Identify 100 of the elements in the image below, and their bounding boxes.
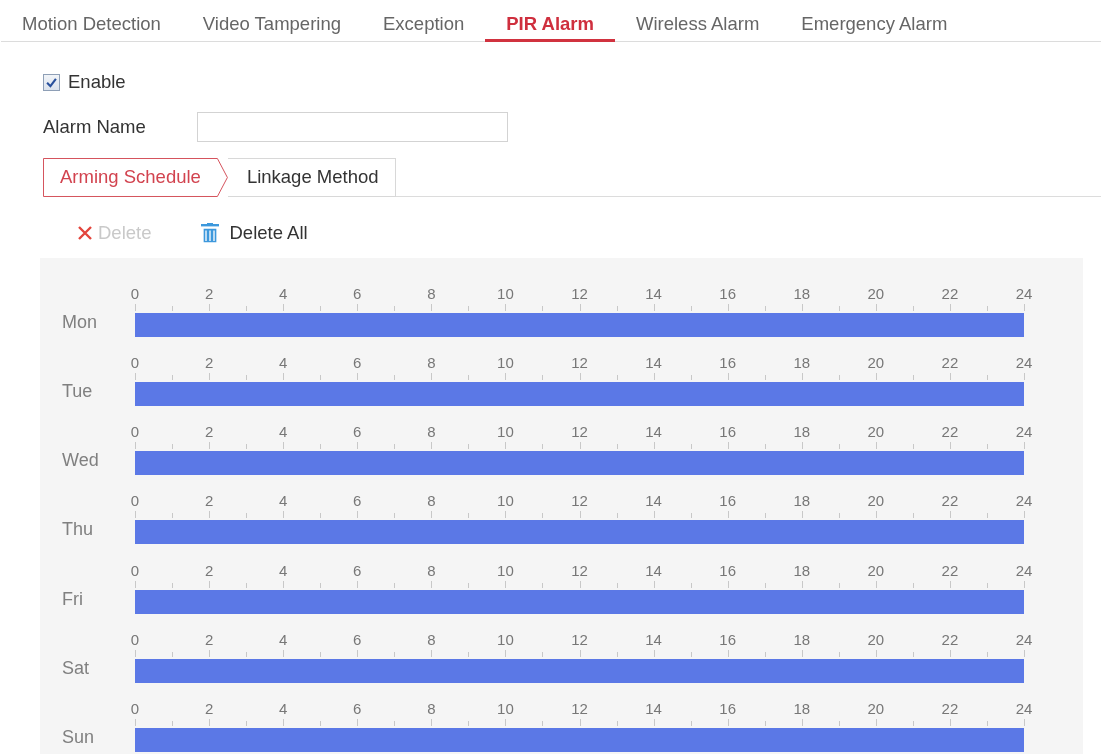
tick-label: 10 bbox=[497, 284, 514, 302]
tick-label: 24 bbox=[1015, 284, 1033, 302]
tick-label: 20 bbox=[867, 284, 885, 302]
tick-label: 10 bbox=[497, 492, 514, 510]
field-label: Alarm Name bbox=[43, 116, 147, 138]
tick-label: 14 bbox=[645, 284, 662, 302]
tick-label: 0 bbox=[130, 631, 140, 648]
subtab[interactable]: Linkage Method bbox=[227, 157, 396, 197]
tick-label: 24 bbox=[1015, 492, 1033, 510]
tick-label: 2 bbox=[204, 353, 214, 371]
tick-label: 8 bbox=[427, 700, 436, 718]
check-icon bbox=[46, 76, 57, 88]
tick-label: 6 bbox=[353, 561, 362, 579]
checkbox[interactable] bbox=[43, 73, 60, 91]
tick-label: 10 bbox=[497, 631, 514, 648]
tick-label: 22 bbox=[941, 631, 959, 648]
day-label: Sun bbox=[62, 726, 96, 750]
tick-label: 16 bbox=[719, 353, 736, 371]
tick-label: 4 bbox=[279, 631, 288, 648]
tick-label: 6 bbox=[353, 284, 362, 302]
cross-icon bbox=[78, 225, 92, 240]
tick-label: 14 bbox=[645, 492, 662, 510]
tick-label: 20 bbox=[867, 353, 885, 371]
tick-label: 6 bbox=[353, 492, 362, 510]
tick-label: 4 bbox=[279, 492, 288, 510]
tick-label: 18 bbox=[793, 423, 811, 441]
tick-label: 0 bbox=[130, 561, 140, 579]
tick-label: 16 bbox=[719, 700, 736, 718]
tick-label: 2 bbox=[204, 284, 214, 302]
tick-label: 0 bbox=[130, 700, 140, 718]
tick-label: 16 bbox=[719, 631, 736, 648]
tick-label: 22 bbox=[941, 492, 959, 510]
tick-label: 22 bbox=[941, 700, 959, 718]
tick-label: 8 bbox=[427, 284, 436, 302]
tick-label: 20 bbox=[867, 700, 885, 718]
tab[interactable]: Emergency Alarm bbox=[780, 0, 969, 42]
tick-label: 4 bbox=[279, 561, 288, 579]
tick-label: 10 bbox=[497, 353, 514, 371]
tick-label: 24 bbox=[1015, 353, 1033, 371]
tick-label: 14 bbox=[645, 423, 662, 441]
tick-label: 2 bbox=[204, 561, 214, 579]
checkbox-label: Enable bbox=[68, 71, 126, 93]
tick-label: 14 bbox=[645, 631, 662, 648]
tick-label: 6 bbox=[353, 700, 362, 718]
tick-label: 20 bbox=[867, 492, 885, 510]
alarm-name-field[interactable] bbox=[197, 112, 508, 142]
tick-label: 6 bbox=[353, 423, 362, 441]
tick-label: 2 bbox=[204, 631, 214, 648]
tick-label: 14 bbox=[645, 353, 662, 371]
tick-label: 12 bbox=[571, 284, 588, 302]
tick-label: 16 bbox=[719, 284, 736, 302]
tab[interactable]: PIR Alarm bbox=[485, 0, 615, 42]
tick-label: 20 bbox=[867, 631, 885, 648]
tick-label: 22 bbox=[941, 284, 959, 302]
day-label: Fri bbox=[62, 587, 84, 611]
tick-label: 8 bbox=[427, 353, 436, 371]
day-label: Tue bbox=[62, 379, 94, 403]
tick-label: 10 bbox=[497, 423, 514, 441]
tick-label: 4 bbox=[279, 423, 288, 441]
tick-label: 6 bbox=[353, 631, 362, 648]
tick-label: 8 bbox=[427, 423, 436, 441]
tick-label: 12 bbox=[571, 700, 588, 718]
subtab[interactable]: Arming Schedule bbox=[43, 157, 228, 197]
tick-label: 4 bbox=[279, 353, 288, 371]
tick-label: 0 bbox=[130, 284, 140, 302]
tick-label: 8 bbox=[427, 492, 436, 510]
tick-label: 10 bbox=[497, 561, 514, 579]
tick-label: 16 bbox=[719, 561, 736, 579]
tick-label: 12 bbox=[571, 423, 588, 441]
delete-all-button[interactable]: Delete All bbox=[201, 221, 308, 244]
tick-label: 2 bbox=[204, 423, 214, 441]
tick-label: 0 bbox=[130, 423, 140, 441]
tick-label: 2 bbox=[204, 700, 214, 718]
day-label: Mon bbox=[62, 310, 98, 334]
tick-label: 12 bbox=[571, 353, 588, 371]
tick-label: 22 bbox=[941, 353, 959, 371]
tab[interactable]: Motion Detection bbox=[1, 0, 182, 42]
tick-label: 8 bbox=[427, 561, 436, 579]
tick-label: 22 bbox=[941, 423, 959, 441]
tick-label: 4 bbox=[279, 700, 288, 718]
tick-label: 18 bbox=[793, 492, 811, 510]
tick-label: 16 bbox=[719, 423, 736, 441]
day-label: Wed bbox=[62, 449, 100, 473]
tick-label: 22 bbox=[941, 561, 959, 579]
tick-label: 12 bbox=[571, 631, 588, 648]
tick-label: 20 bbox=[867, 561, 885, 579]
tick-label: 6 bbox=[353, 353, 362, 371]
tick-label: 20 bbox=[867, 423, 885, 441]
tab[interactable]: Exception bbox=[362, 0, 486, 42]
tick-label: 0 bbox=[130, 353, 140, 371]
tick-label: 18 bbox=[793, 561, 811, 579]
tab[interactable]: Video Tampering bbox=[181, 0, 362, 42]
tab[interactable]: Wireless Alarm bbox=[615, 0, 781, 42]
tick-label: 24 bbox=[1015, 423, 1033, 441]
tick-label: 18 bbox=[793, 284, 811, 302]
tick-label: 14 bbox=[645, 561, 662, 579]
tick-label: 18 bbox=[793, 631, 811, 648]
tick-label: 10 bbox=[497, 700, 514, 718]
tick-label: 24 bbox=[1015, 561, 1033, 579]
day-label: Thu bbox=[62, 518, 95, 542]
